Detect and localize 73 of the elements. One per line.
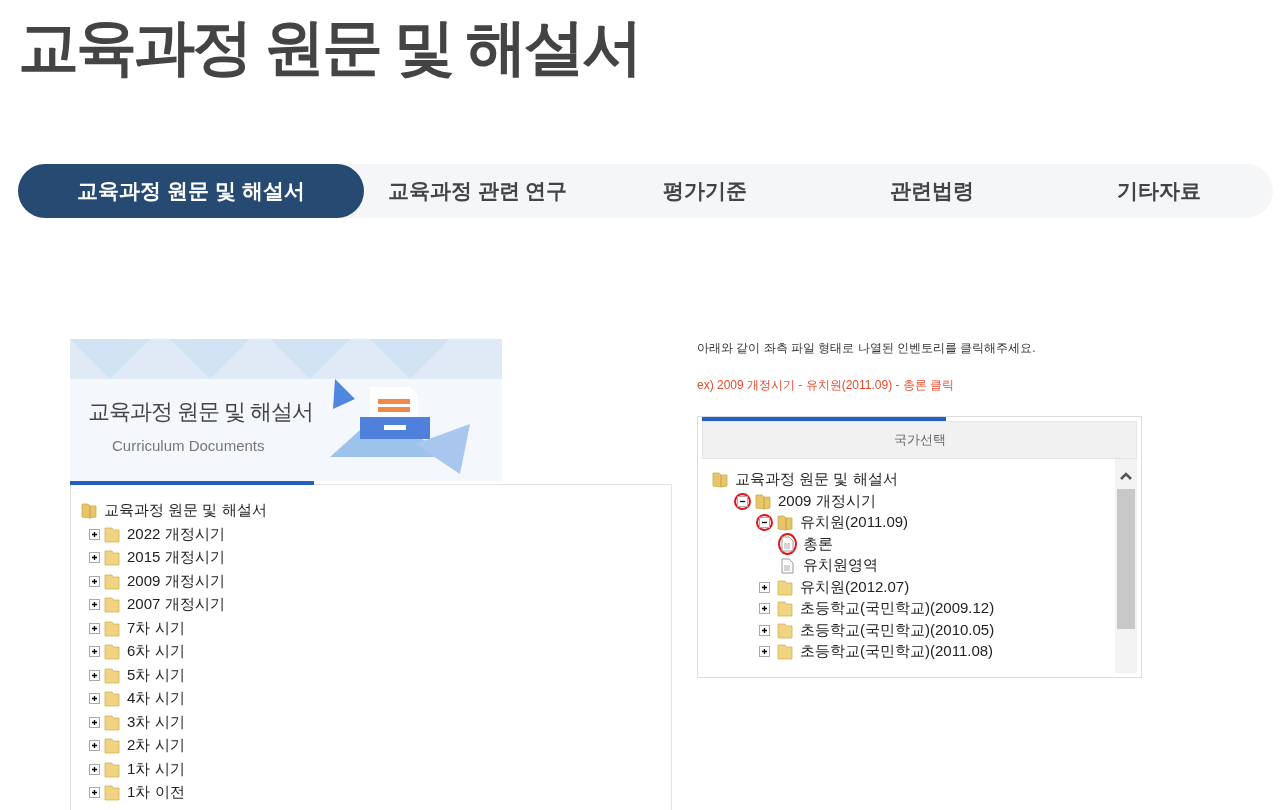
folder-icon: [81, 502, 98, 520]
tree-item[interactable]: 교육과정 원문 및 해설서: [735, 470, 898, 490]
tree-item[interactable]: 3차 시기: [127, 712, 185, 732]
tree-item[interactable]: 6차 시기: [127, 642, 185, 662]
folder-icon: [104, 525, 121, 543]
example-text: ex) 2009 개정시기 - 유치원(2011.09) - 총론 클릭: [697, 377, 956, 394]
page-title: 교육과정 원문 및 해설서: [18, 12, 641, 83]
expand-icon[interactable]: [89, 669, 100, 681]
expand-icon[interactable]: [759, 646, 770, 658]
banner-title: 교육과정 원문 및 해설서: [88, 398, 314, 426]
tree-item[interactable]: 7차 시기: [127, 618, 185, 638]
tree-item[interactable]: 1차 시기: [127, 759, 185, 779]
expand-icon[interactable]: [89, 622, 100, 634]
expand-icon[interactable]: [89, 575, 100, 587]
tree-item[interactable]: 2차 시기: [127, 736, 185, 756]
tab[interactable]: 교육과정 원문 및 해설서: [18, 164, 364, 218]
panel-header: 국가선택: [702, 421, 1137, 459]
folder-icon: [104, 643, 121, 661]
tree-item[interactable]: 2015 개정시기: [127, 548, 225, 568]
folder-icon: [777, 600, 794, 618]
tree-item[interactable]: 초등학교(국민학교)(2010.05): [800, 620, 995, 640]
tree-item[interactable]: 5차 시기: [127, 665, 185, 685]
folder-icon: [777, 578, 794, 596]
expand-icon[interactable]: [759, 624, 770, 636]
folder-icon: [777, 621, 794, 639]
expand-icon[interactable]: [89, 646, 100, 658]
tab[interactable]: 교육과정 관련 연구: [364, 164, 592, 218]
folder-icon: [104, 760, 121, 778]
tree-item[interactable]: 초등학교(국민학교)(2011.08): [800, 642, 994, 662]
folder-icon: [104, 690, 121, 708]
expand-icon[interactable]: [89, 552, 100, 564]
banner-subtitle: Curriculum Documents: [112, 437, 265, 454]
expand-icon[interactable]: [89, 787, 100, 799]
folder-icon: [712, 471, 729, 489]
folder-icon: [104, 619, 121, 637]
folder-icon: [777, 514, 794, 532]
tree-item[interactable]: 유치원(2011.09): [800, 513, 909, 533]
tree-item[interactable]: 유치원(2012.07): [800, 577, 910, 597]
expand-icon[interactable]: [89, 693, 100, 705]
tree-item[interactable]: 초등학교(국민학교)(2009.12): [800, 599, 995, 619]
document-icon: [781, 557, 794, 574]
folder-icon: [755, 492, 772, 510]
folder-icon: [104, 737, 121, 755]
folder-icon: [104, 666, 121, 684]
instruction-text: 아래와 같이 좌측 파일 형태로 나열된 인벤토리를 클릭해주세요.: [697, 340, 1037, 357]
tree-item[interactable]: 4차 시기: [127, 689, 185, 709]
tree-item[interactable]: 2022 개정시기: [127, 524, 225, 544]
expand-icon[interactable]: [89, 528, 100, 540]
chevron-up-icon[interactable]: [1119, 471, 1133, 481]
folder-icon: [104, 713, 121, 731]
tree-item[interactable]: 2009 개정시기: [778, 491, 876, 511]
folder-icon: [104, 549, 121, 567]
tree-item[interactable]: 2007 개정시기: [127, 595, 225, 615]
tab[interactable]: 관련법령: [818, 164, 1046, 218]
expand-icon[interactable]: [759, 581, 770, 593]
expand-icon[interactable]: [759, 603, 770, 615]
tree-item[interactable]: 유치원영역: [803, 556, 878, 576]
tree-item[interactable]: 교육과정 원문 및 해설서: [104, 501, 267, 521]
expand-icon[interactable]: [89, 763, 100, 775]
expand-icon[interactable]: [89, 716, 100, 728]
scroll-thumb[interactable]: [1117, 489, 1135, 629]
folder-icon: [777, 643, 794, 661]
folder-icon: [104, 596, 121, 614]
tree-item[interactable]: 2009 개정시기: [127, 571, 225, 591]
tab[interactable]: 기타자료: [1045, 164, 1273, 218]
tree-item[interactable]: 1차 이전: [127, 783, 185, 803]
expand-icon[interactable]: [89, 740, 100, 752]
tree-item[interactable]: 총론: [803, 534, 833, 554]
folder-icon: [104, 784, 121, 802]
scrollbar[interactable]: [1115, 459, 1137, 673]
folder-icon: [104, 572, 121, 590]
expand-icon[interactable]: [89, 599, 100, 611]
tab[interactable]: 평가기준: [591, 164, 819, 218]
